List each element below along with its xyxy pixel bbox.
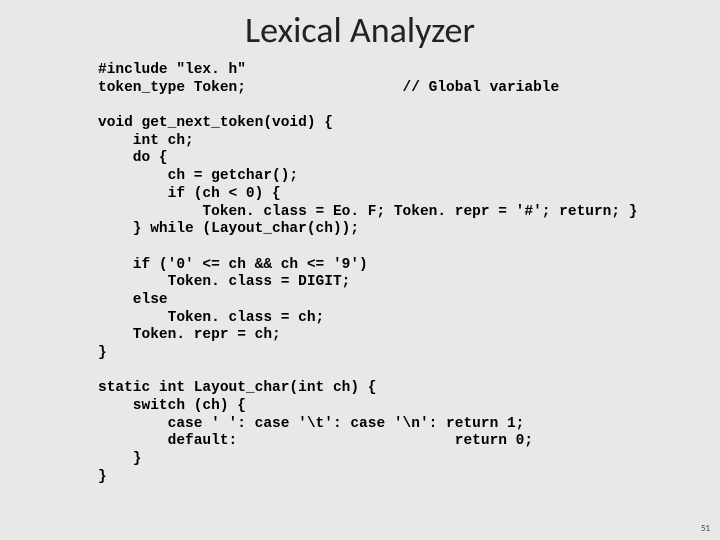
page-number: 51 [701, 523, 710, 534]
slide: Lexical Analyzer #include "lex. h" token… [0, 0, 720, 540]
code-block: #include "lex. h" token_type Token; // G… [98, 62, 688, 487]
slide-title: Lexical Analyzer [0, 8, 720, 52]
